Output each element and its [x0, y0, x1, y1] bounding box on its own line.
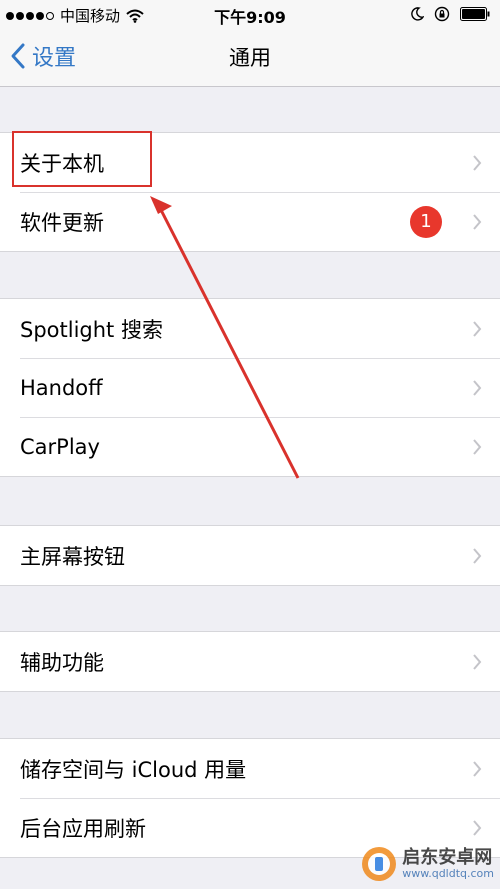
watermark-logo-icon [362, 847, 397, 881]
annotation-arrow [150, 196, 300, 479]
watermark-text: 启东安卓网 www.qdldtq.com [402, 848, 494, 880]
watermark-url: www.qdldtq.com [402, 866, 494, 880]
site-watermark: 启东安卓网 www.qdldtq.com [360, 845, 494, 883]
watermark-name: 启东安卓网 [402, 847, 493, 869]
